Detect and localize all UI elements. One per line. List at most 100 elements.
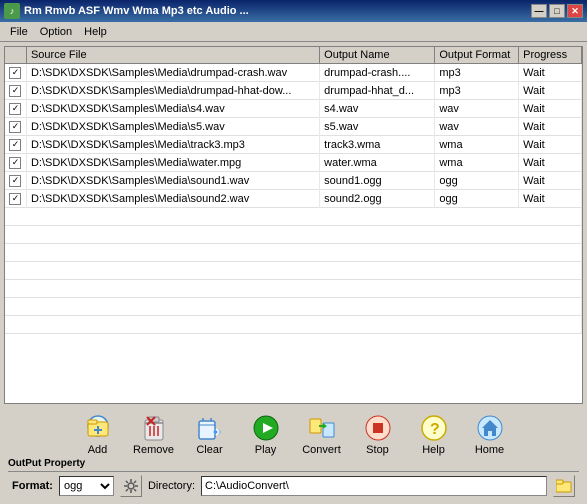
row-format: mp3 [435,64,519,82]
row-checkbox-cell[interactable] [5,118,26,136]
row-progress: Wait [519,136,582,154]
row-output: track3.wma [320,136,435,154]
menu-help[interactable]: Help [78,25,113,39]
row-progress: Wait [519,154,582,172]
format-select[interactable]: ogg mp3 wav wma aac flac [59,476,114,496]
table-row-empty [5,262,582,280]
convert-label: Convert [302,444,341,456]
row-source: D:\SDK\DXSDK\Samples\Media\drumpad-hhat-… [26,82,319,100]
col-header-output: Output Name [320,47,435,64]
home-label: Home [475,444,504,456]
row-checkbox[interactable] [9,157,21,169]
home-icon [474,412,506,444]
remove-icon [138,412,170,444]
row-format: wav [435,100,519,118]
help-button[interactable]: ? Help [408,412,460,456]
table-row: D:\SDK\DXSDK\Samples\Media\s5.wav s5.wav… [5,118,582,136]
stop-label: Stop [366,444,389,456]
row-source: D:\SDK\DXSDK\Samples\Media\sound2.wav [26,190,319,208]
row-format: wma [435,154,519,172]
convert-button[interactable]: Convert [296,412,348,456]
property-section-label: OutPut Property [8,458,579,469]
row-progress: Wait [519,64,582,82]
table-row: D:\SDK\DXSDK\Samples\Media\track3.mp3 tr… [5,136,582,154]
row-progress: Wait [519,190,582,208]
add-button[interactable]: Add [72,412,124,456]
row-checkbox[interactable] [9,193,21,205]
table-row: D:\SDK\DXSDK\Samples\Media\drumpad-crash… [5,64,582,82]
row-checkbox[interactable] [9,121,21,133]
col-header-check [5,47,26,64]
row-checkbox-cell[interactable] [5,100,26,118]
clear-button[interactable]: Clear [184,412,236,456]
row-format: mp3 [435,82,519,100]
row-checkbox-cell[interactable] [5,154,26,172]
directory-label: Directory: [148,480,195,492]
title-buttons: — □ ✕ [531,4,583,18]
add-icon [82,412,114,444]
directory-input[interactable] [201,476,547,496]
file-table: Source File Output Name Output Format Pr… [5,47,582,334]
convert-icon [306,412,338,444]
row-source: D:\SDK\DXSDK\Samples\Media\s5.wav [26,118,319,136]
stop-button[interactable]: Stop [352,412,404,456]
maximize-button[interactable]: □ [549,4,565,18]
toolbar: Add Remove [4,408,583,458]
row-output: s4.wav [320,100,435,118]
row-progress: Wait [519,172,582,190]
row-format: ogg [435,172,519,190]
remove-button[interactable]: Remove [128,412,180,456]
row-checkbox-cell[interactable] [5,190,26,208]
row-output: s5.wav [320,118,435,136]
add-label: Add [88,444,108,456]
row-source: D:\SDK\DXSDK\Samples\Media\water.mpg [26,154,319,172]
row-checkbox[interactable] [9,103,21,115]
col-header-progress: Progress [519,47,582,64]
browse-folder-button[interactable] [553,475,575,497]
row-output: drumpad-crash.... [320,64,435,82]
minimize-button[interactable]: — [531,4,547,18]
table-row-empty [5,316,582,334]
play-label: Play [255,444,276,456]
main-area: Source File Output Name Output Format Pr… [0,42,587,504]
menu-file[interactable]: File [4,25,34,39]
row-checkbox-cell[interactable] [5,64,26,82]
row-checkbox-cell[interactable] [5,136,26,154]
row-format: wma [435,136,519,154]
property-section: OutPut Property Format: ogg mp3 wav wma … [4,458,583,500]
row-format: wav [435,118,519,136]
row-checkbox[interactable] [9,67,21,79]
format-label: Format: [12,480,53,492]
home-button[interactable]: Home [464,412,516,456]
table-row-empty [5,244,582,262]
table-row: D:\SDK\DXSDK\Samples\Media\sound1.wav so… [5,172,582,190]
clear-icon [194,412,226,444]
play-button[interactable]: Play [240,412,292,456]
table-row-empty [5,226,582,244]
row-checkbox[interactable] [9,139,21,151]
help-label: Help [422,444,445,456]
row-source: D:\SDK\DXSDK\Samples\Media\sound1.wav [26,172,319,190]
table-row: D:\SDK\DXSDK\Samples\Media\drumpad-hhat-… [5,82,582,100]
row-progress: Wait [519,82,582,100]
row-checkbox[interactable] [9,85,21,97]
gear-button[interactable] [120,475,142,497]
row-checkbox-cell[interactable] [5,82,26,100]
file-table-container: Source File Output Name Output Format Pr… [4,46,583,404]
play-icon [250,412,282,444]
table-row-empty [5,280,582,298]
row-output: water.wma [320,154,435,172]
menu-option[interactable]: Option [34,25,78,39]
table-row-empty [5,208,582,226]
row-source: D:\SDK\DXSDK\Samples\Media\track3.mp3 [26,136,319,154]
close-button[interactable]: ✕ [567,4,583,18]
row-output: drumpad-hhat_d... [320,82,435,100]
row-progress: Wait [519,100,582,118]
svg-text:?: ? [430,421,440,438]
row-source: D:\SDK\DXSDK\Samples\Media\s4.wav [26,100,319,118]
row-source: D:\SDK\DXSDK\Samples\Media\drumpad-crash… [26,64,319,82]
row-checkbox[interactable] [9,175,21,187]
row-output: sound2.ogg [320,190,435,208]
window-title: Rm Rmvb ASF Wmv Wma Mp3 etc Audio ... [24,5,249,17]
row-checkbox-cell[interactable] [5,172,26,190]
